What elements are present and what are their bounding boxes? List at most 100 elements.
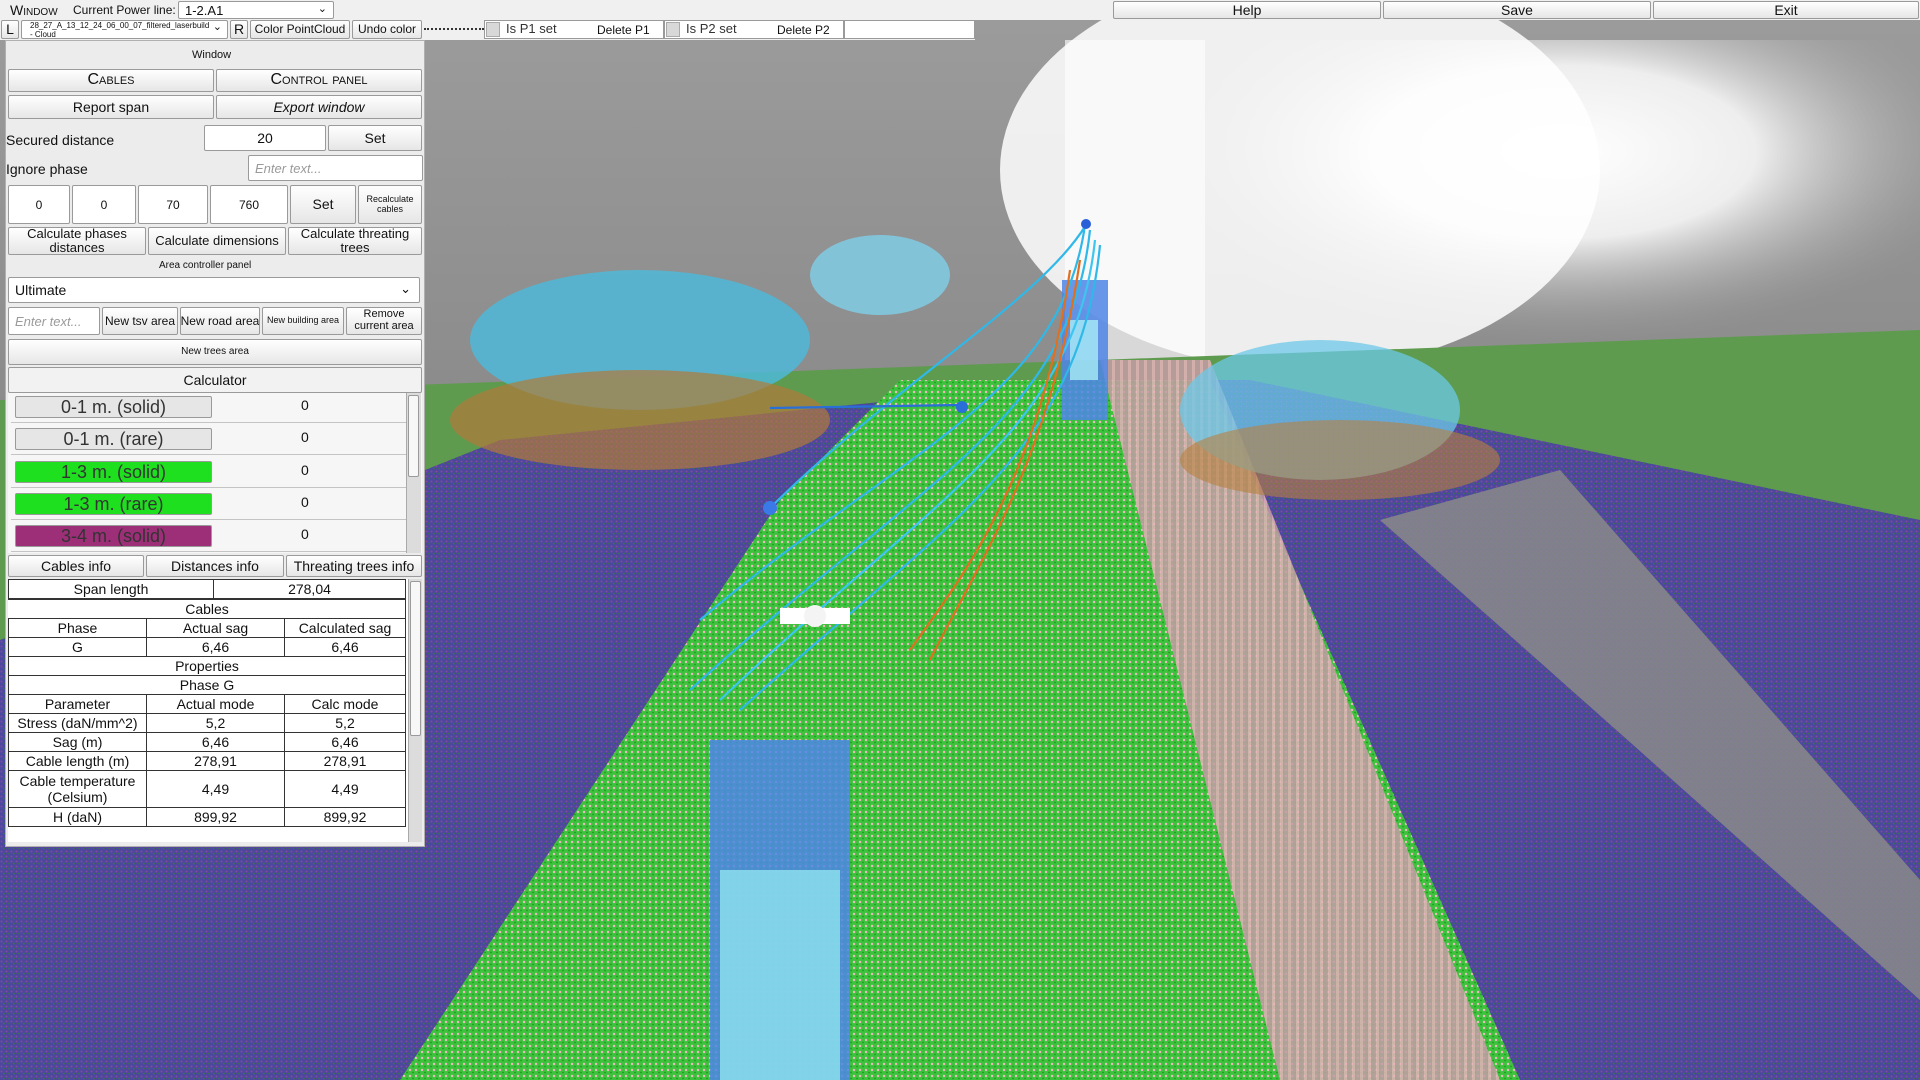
tab-cables-info[interactable]: Cables info	[8, 555, 144, 577]
phase-header: Phase G	[8, 675, 406, 695]
new-road-area-button[interactable]: New road area	[180, 307, 260, 335]
area-name-input[interactable]: Enter text...	[8, 307, 100, 335]
new-tsv-area-button[interactable]: New tsv area	[102, 307, 178, 335]
recalculate-cables-button[interactable]: Recalculate cables	[358, 185, 422, 224]
secured-distance-value: 20	[257, 130, 273, 146]
area-panel-label: Area controller panel	[159, 260, 252, 271]
calculator-row: 3-4 m. (solid) 0	[11, 522, 406, 552]
cables-table: Cables Phase Actual sag Calculated sag G…	[8, 599, 406, 827]
calculator-row: 1-3 m. (solid) 0	[11, 458, 406, 488]
calc-dimensions-button[interactable]: Calculate dimensions	[148, 227, 286, 255]
window-menu-label[interactable]: Window	[10, 2, 58, 18]
properties-header: Properties	[8, 656, 406, 676]
exit-button[interactable]: Exit	[1653, 1, 1919, 19]
area-select-value: Ultimate	[15, 282, 67, 298]
tab-control-panel[interactable]: Control panel	[216, 69, 422, 92]
calc-range-value: 0	[301, 462, 309, 478]
cables-info-view[interactable]: Span length 278,04 Cables Phase Actual s…	[8, 579, 422, 842]
tab-cables[interactable]: Cables	[8, 69, 214, 92]
power-line-value: 1-2.A1	[185, 2, 224, 18]
param-actual: 899,92	[146, 807, 285, 827]
info-scrollbar[interactable]	[408, 579, 422, 842]
param-name: H (daN)	[8, 807, 147, 827]
ignore-phase-placeholder: Enter text...	[255, 160, 322, 176]
calc-range-chip[interactable]: 0-1 m. (solid)	[15, 396, 212, 418]
span-length-label: Span length	[8, 579, 214, 599]
control-window[interactable]: Window Cables Control panel Report span …	[5, 40, 425, 847]
calc-range-chip[interactable]: 0-1 m. (rare)	[15, 428, 212, 450]
calculator-header[interactable]: Calculator	[8, 367, 422, 393]
left-button[interactable]: L	[1, 20, 19, 39]
param-name: Cable length (m)	[8, 751, 147, 771]
tab-threating-trees-info[interactable]: Threating trees info	[286, 555, 422, 577]
calc-sag-col: Calculated sag	[284, 618, 406, 638]
span-length-value: 278,04	[213, 579, 406, 599]
coord-input-4[interactable]: 760	[210, 185, 288, 224]
actual-sag-value: 6,46	[146, 637, 285, 657]
save-button[interactable]: Save	[1383, 1, 1651, 19]
calculator-scrollbar[interactable]	[406, 393, 421, 553]
color-pointcloud-button[interactable]: Color PointCloud	[250, 20, 350, 39]
tab-distances-info[interactable]: Distances info	[146, 555, 284, 577]
top-menu-bar: Window Current Power line: 1-2.A1 ⌄ Help…	[0, 0, 1920, 20]
cables-header: Cables	[8, 599, 406, 619]
calc-range-value: 0	[301, 397, 309, 413]
calc-range-chip[interactable]: 3-4 m. (solid)	[15, 525, 212, 547]
calc-range-value: 0	[301, 526, 309, 542]
cloud-toolbar: L 28_27_A_13_12_24_06_00_07_filtered_las…	[0, 19, 975, 40]
calc-range-value: 0	[301, 429, 309, 445]
calc-range-chip[interactable]: 1-3 m. (solid)	[15, 461, 212, 483]
table-row: H (daN) 899,92 899,92	[8, 807, 406, 827]
param-name: Sag (m)	[8, 732, 147, 752]
toolbar-empty-slot	[844, 20, 975, 39]
param-actual: 6,46	[146, 732, 285, 752]
cloud-select[interactable]: 28_27_A_13_12_24_06_00_07_filtered_laser…	[21, 20, 228, 39]
info-scroll-thumb[interactable]	[410, 581, 421, 736]
calc-phases-distances-button[interactable]: Calculate phases distances	[8, 227, 146, 255]
calc-threating-trees-button[interactable]: Calculate threating trees	[288, 227, 422, 255]
calc-mode-col: Calc mode	[284, 694, 406, 714]
coord-value: 70	[166, 197, 180, 212]
p2-checkbox[interactable]	[666, 22, 680, 37]
param-calc: 4,49	[284, 770, 406, 808]
table-row: Cable length (m) 278,91 278,91	[8, 751, 406, 771]
right-button[interactable]: R	[230, 20, 248, 39]
secured-distance-label: Secured distance	[6, 132, 115, 148]
new-trees-area-button[interactable]: New trees area	[8, 339, 422, 365]
table-row: Cable temperature (Celsium) 4,49 4,49	[8, 770, 406, 808]
cloud-name-value: 28_27_A_13_12_24_06_00_07_filtered_laser…	[30, 20, 210, 39]
delete-p2-button[interactable]: Delete P2	[777, 23, 830, 37]
coord-input-1[interactable]: 0	[8, 185, 70, 224]
new-building-area-button[interactable]: New building area	[262, 307, 344, 335]
calc-range-chip[interactable]: 1-3 m. (rare)	[15, 493, 212, 515]
remove-current-area-button[interactable]: Remove current area	[346, 307, 422, 335]
coord-input-2[interactable]: 0	[72, 185, 136, 224]
calculator-scroll-thumb[interactable]	[408, 395, 419, 477]
coord-input-3[interactable]: 70	[138, 185, 208, 224]
table-row: Sag (m) 6,46 6,46	[8, 732, 406, 752]
coord-value: 0	[100, 197, 108, 212]
undo-color-button[interactable]: Undo color	[352, 20, 422, 39]
param-calc: 5,2	[284, 713, 406, 733]
secured-distance-input[interactable]: 20	[204, 125, 326, 151]
calculator-row: 0-1 m. (solid) 0	[11, 393, 406, 423]
phase-col: Phase	[8, 618, 147, 638]
calculator-row: 0-1 m. (rare) 0	[11, 425, 406, 455]
delete-p1-button[interactable]: Delete P1	[597, 23, 650, 37]
table-row: G 6,46 6,46	[8, 637, 406, 657]
area-select[interactable]: Ultimate ⌄	[8, 277, 420, 303]
calc-range-value: 0	[301, 494, 309, 510]
power-line-select[interactable]: 1-2.A1 ⌄	[178, 1, 334, 19]
help-button[interactable]: Help	[1113, 1, 1381, 19]
coord-set-button[interactable]: Set	[290, 185, 356, 224]
param-calc: 6,46	[284, 732, 406, 752]
p1-checkbox[interactable]	[486, 22, 500, 37]
report-span-button[interactable]: Report span	[8, 95, 214, 119]
secured-distance-set-button[interactable]: Set	[328, 125, 422, 151]
export-window-button[interactable]: Export window	[216, 95, 422, 119]
chevron-down-icon: ⌄	[317, 3, 327, 15]
calculator-list[interactable]: 0-1 m. (solid) 0 0-1 m. (rare) 0 1-3 m. …	[8, 393, 422, 553]
span-table: Span length 278,04	[8, 579, 406, 599]
param-col: Parameter	[8, 694, 147, 714]
ignore-phase-input[interactable]: Enter text...	[248, 155, 423, 181]
